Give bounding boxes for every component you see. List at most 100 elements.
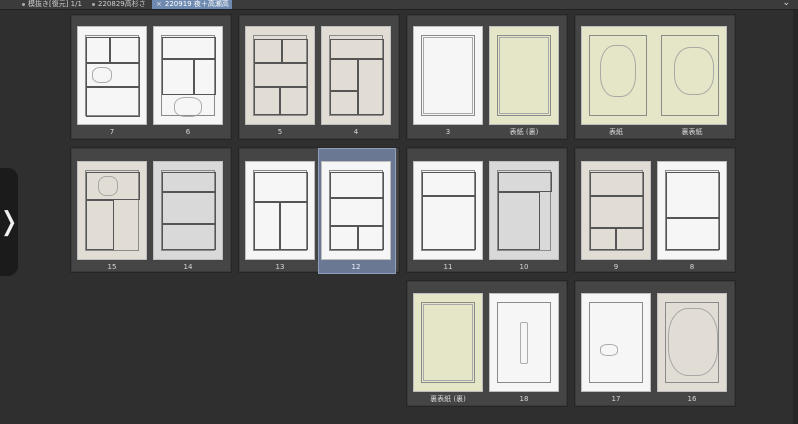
page-label: 10 xyxy=(519,263,529,271)
page-cover-back-inner-thumbnail[interactable] xyxy=(489,26,559,125)
chevron-down-icon[interactable]: ⌄ xyxy=(782,0,790,8)
panel xyxy=(254,202,280,250)
panel xyxy=(358,59,384,115)
chevron-right-icon: ❭ xyxy=(0,207,20,237)
page-label: 3 xyxy=(445,128,451,136)
page-5-thumbnail[interactable] xyxy=(245,26,315,125)
page-17-thumbnail[interactable] xyxy=(581,293,651,392)
panel xyxy=(666,218,720,250)
spread-11-10: 11 10 xyxy=(406,147,568,273)
page-label: 8 xyxy=(689,263,695,271)
panel xyxy=(194,59,216,95)
panel xyxy=(422,196,476,250)
page-3-thumbnail[interactable] xyxy=(413,26,483,125)
page-label: 13 xyxy=(275,263,285,271)
page-12-thumbnail[interactable] xyxy=(321,161,391,260)
tab-template[interactable]: 模抜き[復元] 1/1 xyxy=(18,0,88,9)
spread-3-cover-inside: 3 表紙 (裏) xyxy=(406,14,568,140)
panel xyxy=(330,198,384,226)
expand-panel-button[interactable]: ❭ xyxy=(0,168,20,276)
page-label: 表紙 (裏) xyxy=(509,128,539,136)
page-10-thumbnail[interactable] xyxy=(489,161,559,260)
panel xyxy=(162,172,216,192)
spread-13-12: 13 12 xyxy=(238,147,400,274)
panel xyxy=(162,59,194,95)
panel xyxy=(280,202,308,250)
panel xyxy=(86,37,110,63)
page-label: 9 xyxy=(613,263,619,271)
spread-back-cover-inside-18: 裏表紙 (裏) 18 xyxy=(406,280,568,407)
scrollbar[interactable] xyxy=(793,10,798,424)
page-label: 7 xyxy=(109,128,115,136)
page-9-thumbnail[interactable] xyxy=(581,161,651,260)
page-6-thumbnail[interactable] xyxy=(153,26,223,125)
page-label: 表紙 xyxy=(609,128,623,136)
sketch xyxy=(600,344,618,356)
page-15-thumbnail[interactable] xyxy=(77,161,147,260)
panel xyxy=(254,39,282,63)
page-back-cover-inner-thumbnail[interactable] xyxy=(413,293,483,392)
page-label: 6 xyxy=(185,128,191,136)
hands-sketch xyxy=(674,47,714,95)
cover-spread-thumbnail[interactable] xyxy=(581,26,727,125)
spread-15-14: 15 14 xyxy=(70,147,232,273)
sketch xyxy=(520,322,528,364)
page-7-thumbnail[interactable] xyxy=(77,26,147,125)
panel xyxy=(162,37,216,59)
panel xyxy=(110,37,140,63)
close-icon[interactable]: × xyxy=(156,0,162,8)
hands-sketch xyxy=(600,45,636,97)
panel xyxy=(162,224,216,250)
page-label: 14 xyxy=(183,263,193,271)
page-label: 5 xyxy=(277,128,283,136)
panel xyxy=(590,172,644,196)
tab-label: 220919 夜＋高瀬高 xyxy=(164,0,229,8)
page-frame-inner xyxy=(499,37,549,114)
sketch xyxy=(98,176,118,196)
page-13-thumbnail[interactable] xyxy=(245,161,315,260)
page-label: 裏表紙 xyxy=(681,128,703,136)
panel xyxy=(330,172,384,198)
panel xyxy=(498,172,552,192)
tab-dot-icon xyxy=(92,2,95,6)
page-label: 17 xyxy=(611,395,621,403)
panel xyxy=(616,228,644,250)
panel xyxy=(666,172,720,218)
panel xyxy=(330,91,358,115)
page-label: 11 xyxy=(443,263,453,271)
page-label: 4 xyxy=(353,128,359,136)
panel xyxy=(254,63,308,87)
panel xyxy=(498,192,540,250)
spread-5-4: 5 4 xyxy=(238,14,400,140)
tab-220829[interactable]: 220829高杉さ xyxy=(88,0,152,9)
page-8-thumbnail[interactable] xyxy=(657,161,727,260)
panel xyxy=(330,59,358,91)
tab-label: 220829高杉さ xyxy=(98,0,146,8)
page-frame-inner xyxy=(423,37,473,114)
panel xyxy=(280,87,308,115)
panel xyxy=(254,172,308,202)
panel xyxy=(590,228,616,250)
page-18-thumbnail[interactable] xyxy=(489,293,559,392)
document-tab-bar: 模抜き[復元] 1/1 220829高杉さ × 220919 夜＋高瀬高 ⌄ xyxy=(0,0,798,10)
panel xyxy=(358,226,384,250)
tab-label: 模抜き[復元] 1/1 xyxy=(28,0,82,8)
tab-220919[interactable]: × 220919 夜＋高瀬高 xyxy=(152,0,232,9)
page-label: 16 xyxy=(687,395,697,403)
page-frame-inner xyxy=(423,304,473,381)
sketch xyxy=(174,97,202,117)
spread-7-6: 7 6 xyxy=(70,14,232,140)
page-14-thumbnail[interactable] xyxy=(153,161,223,260)
spread-cover: 表紙 裏表紙 xyxy=(574,14,736,140)
page-4-thumbnail[interactable] xyxy=(321,26,391,125)
panel xyxy=(86,200,114,250)
panel xyxy=(282,39,308,63)
page-11-thumbnail[interactable] xyxy=(413,161,483,260)
spread-17-16: 17 16 xyxy=(574,280,736,407)
sketch xyxy=(92,67,112,83)
panel xyxy=(590,196,644,228)
page-16-thumbnail[interactable] xyxy=(657,293,727,392)
panel xyxy=(162,192,216,224)
panel xyxy=(330,39,384,59)
tab-dot-icon xyxy=(22,2,25,6)
